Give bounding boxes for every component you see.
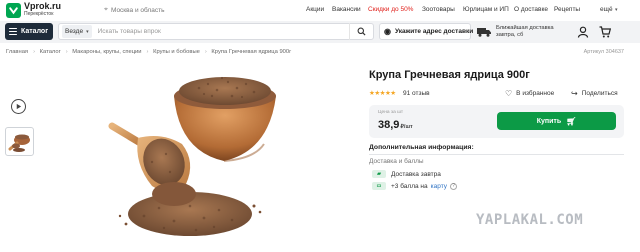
buy-label: Купить: [536, 117, 562, 125]
menu-icon: [9, 28, 17, 35]
link-recipes[interactable]: Рецепты: [554, 6, 580, 13]
price-caption: Цена за шт: [378, 110, 404, 115]
delivery-row: ▰ Доставка завтра: [372, 170, 441, 178]
truck-icon: [477, 27, 491, 37]
play-icon: [16, 103, 22, 110]
price: 38,9₽/шт: [378, 119, 413, 131]
search-input[interactable]: Искать товары впрок: [98, 28, 349, 35]
buckwheat-thumbnail-image: [8, 134, 30, 152]
search-scope-label: Везде: [65, 28, 84, 35]
link-pet-goods[interactable]: Зоотовары: [422, 6, 455, 13]
crumb-category[interactable]: Макароны, крупы, специи: [72, 49, 141, 55]
delivery-address-button[interactable]: ◉ Укажите адрес доставки: [379, 23, 474, 40]
catalog-button[interactable]: Каталог: [5, 23, 53, 40]
bonus-card-icon: ▭: [372, 182, 386, 190]
buy-button[interactable]: Купить 🛒︎: [497, 112, 616, 130]
location-pin-icon: ⌖: [104, 6, 108, 13]
price-value: 38,9: [378, 119, 400, 131]
divider: [369, 154, 624, 155]
share-icon: ↪: [571, 89, 578, 98]
delivery-row-label: Доставка завтра: [391, 170, 441, 178]
link-delivery-info[interactable]: О доставке: [514, 6, 548, 13]
product-title: Крупа Гречневая ядрица 900г: [369, 69, 530, 81]
delivery-points-heading: Доставка и баллы: [369, 158, 424, 165]
catalog-label: Каталог: [21, 28, 49, 35]
breadcrumb: Главная › Каталог › Макароны, крупы, специ…: [6, 49, 292, 55]
cart-icon[interactable]: [599, 26, 611, 38]
search-icon: [357, 27, 366, 36]
add-to-favorites-button[interactable]: ♡ В избранное: [505, 89, 554, 98]
points-row-label: +3 балла на: [391, 182, 428, 190]
crumb-catalog[interactable]: Каталог: [40, 49, 61, 55]
user-icon[interactable]: [577, 26, 589, 38]
delivery-line-2: завтра, сб: [496, 31, 524, 38]
loyalty-card-link[interactable]: карту: [431, 183, 447, 190]
delivery-line-1: Ближайшая доставка: [496, 24, 554, 31]
logo-subtitle: Перекрёсток: [24, 11, 54, 17]
crumb-home[interactable]: Главная: [6, 49, 28, 55]
chevron-down-icon: ▾: [86, 28, 89, 35]
share-label: Поделиться: [581, 90, 618, 97]
site-logo[interactable]: Vprok.ru Перекрёсток: [6, 2, 61, 18]
logo-mark-icon: [6, 2, 21, 18]
buy-box: Цена за шт 38,9₽/шт Купить 🛒︎: [369, 105, 624, 138]
search-bar: Везде ▾ Искать товары впрок: [58, 23, 374, 40]
nav-bar: Каталог Везде ▾ Искать товары впрок ◉ Ук…: [0, 21, 640, 43]
price-unit: ₽/шт: [400, 124, 413, 130]
heart-icon: ♡: [505, 89, 513, 98]
additional-info-heading[interactable]: Дополнительная информация:: [369, 144, 474, 151]
favorites-label: В избранное: [516, 90, 555, 97]
share-button[interactable]: ↪ Поделиться: [571, 89, 618, 98]
city-label: Москва и область: [110, 6, 165, 14]
gallery-thumbnail[interactable]: [5, 127, 34, 156]
reviews-link[interactable]: 91 отзыв: [403, 90, 430, 97]
link-discounts[interactable]: Скидки до 50%: [368, 6, 413, 13]
search-button[interactable]: [349, 23, 373, 40]
address-label: Укажите адрес доставки: [394, 28, 474, 35]
location-icon: ◉: [384, 27, 391, 36]
product-main-image: [108, 76, 276, 236]
cart-icon: 🛒︎: [566, 116, 577, 126]
city-selector[interactable]: ⌖ Москва и область: [104, 6, 164, 14]
crumb-current: Крупа Гречневая ядрица 900г: [211, 49, 292, 55]
sku-label: Артикул 304637: [583, 49, 624, 55]
top-bar: Vprok.ru Перекрёсток ⌖ Москва и область …: [0, 0, 640, 21]
crumb-subcategory[interactable]: Крупы и бобовые: [153, 49, 200, 55]
link-more[interactable]: ещё: [600, 6, 613, 13]
link-promo[interactable]: Акции: [306, 6, 324, 13]
video-play-button[interactable]: [11, 99, 26, 114]
link-business[interactable]: Юрлицам и ИП: [463, 6, 509, 13]
more-chevron-icon: ▾: [615, 7, 618, 13]
help-icon[interactable]: ?: [450, 182, 457, 190]
logo-name: Vprok.ru: [24, 1, 62, 11]
delivery-truck-icon: ▰: [372, 170, 386, 178]
link-vacancies[interactable]: Вакансии: [332, 6, 361, 13]
nearest-delivery[interactable]: Ближайшая доставка завтра, сб: [477, 23, 565, 40]
watermark: YAPLAKAL.COM: [476, 212, 584, 228]
points-row: ▭ +3 балла на карту ?: [372, 182, 457, 190]
search-scope-select[interactable]: Везде ▾: [62, 25, 92, 38]
rating-stars: ★★★★★: [369, 90, 396, 97]
